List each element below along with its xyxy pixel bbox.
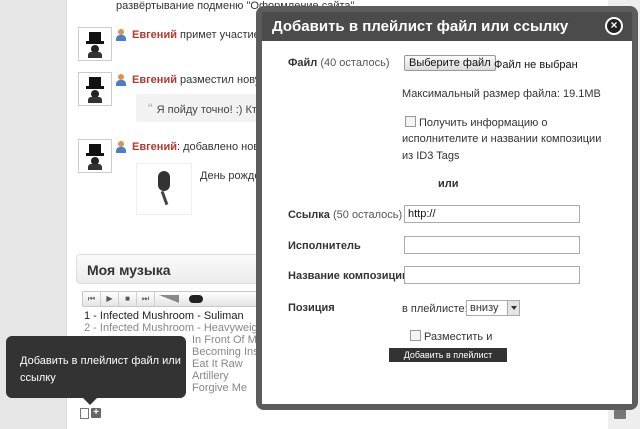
max-size-note: Максимальный размер файла: 19.1MB bbox=[402, 88, 601, 100]
seek-slider[interactable] bbox=[189, 295, 203, 303]
position-select[interactable]: внизу bbox=[466, 300, 520, 316]
link-label-text: Ссылка bbox=[288, 209, 330, 221]
position-label: Позиция bbox=[288, 302, 335, 314]
file-status: Файл не выбран bbox=[494, 59, 578, 71]
audio-player: ⏮ ▶ ■ ⏭ bbox=[82, 291, 262, 307]
add-icon[interactable]: + bbox=[91, 408, 101, 418]
feed-user-link[interactable]: Евгений bbox=[132, 141, 177, 153]
play-icon[interactable]: ▶ bbox=[101, 292, 119, 306]
file-remaining: (40 осталось) bbox=[320, 57, 390, 69]
position-select-value: внизу bbox=[470, 302, 499, 314]
avatar-image bbox=[86, 77, 104, 103]
user-icon bbox=[116, 141, 126, 153]
id3-checkbox[interactable] bbox=[405, 116, 416, 127]
playlist-icon[interactable] bbox=[80, 408, 89, 419]
avatar[interactable] bbox=[78, 27, 112, 61]
place-checkbox[interactable] bbox=[410, 330, 421, 341]
playlist-actions: + bbox=[80, 408, 101, 419]
link-remaining: (50 осталось) bbox=[332, 209, 403, 221]
tooltip-arrow bbox=[82, 397, 98, 405]
music-widget-title: Моя музыка bbox=[87, 262, 171, 278]
music-widget-header: Моя музыка bbox=[76, 254, 260, 284]
id3-label: исполнителите и названии композиции bbox=[402, 133, 602, 145]
artist-input[interactable] bbox=[404, 236, 580, 254]
playlist-item[interactable]: 2 - Infected Mushroom - Heavyweight bbox=[84, 322, 277, 334]
feed-user-link[interactable]: Евгений bbox=[132, 74, 177, 86]
track-title-input[interactable] bbox=[404, 266, 580, 284]
expand-icon[interactable] bbox=[614, 409, 626, 419]
tooltip-line: ссылку bbox=[20, 372, 56, 384]
quote-icon: “ bbox=[148, 100, 153, 116]
user-icon bbox=[116, 74, 126, 86]
id3-label: из ID3 Tags bbox=[402, 150, 460, 162]
add-to-playlist-modal: Добавить в плейлист файл или ссылку × Фа… bbox=[262, 12, 632, 404]
file-label-text: Файл bbox=[288, 57, 318, 69]
tooltip-line: Добавить в плейлист файл или bbox=[20, 355, 181, 367]
track-title-label: Название композиции bbox=[288, 270, 409, 282]
avatar[interactable] bbox=[78, 139, 112, 173]
link-label: Ссылка (50 осталось) bbox=[288, 209, 402, 221]
volume-slider[interactable] bbox=[159, 295, 179, 303]
close-icon[interactable]: × bbox=[605, 17, 623, 35]
avatar-image bbox=[86, 144, 104, 170]
next-icon[interactable]: ⏭ bbox=[137, 292, 155, 306]
microphone-icon bbox=[154, 171, 174, 207]
artist-label: Исполнитель bbox=[288, 240, 361, 252]
avatar[interactable] bbox=[78, 72, 112, 106]
previous-icon[interactable]: ⏮ bbox=[83, 292, 101, 306]
comment-quote: “Я пойду точно! :) Кто со м bbox=[136, 94, 276, 122]
tooltip: Добавить в плейлист файл или ссылку bbox=[6, 336, 186, 398]
link-input[interactable]: http:// bbox=[404, 205, 580, 223]
place-label: Разместить и bbox=[424, 331, 493, 343]
user-icon bbox=[116, 29, 126, 41]
choose-file-button[interactable]: Выберите файл bbox=[404, 55, 496, 71]
or-separator: или bbox=[438, 178, 459, 190]
stop-icon[interactable]: ■ bbox=[119, 292, 137, 306]
playlist-item[interactable]: 1 - Infected Mushroom - Suliman bbox=[84, 310, 277, 322]
avatar-image bbox=[86, 32, 104, 58]
position-prefix: в плейлисте: bbox=[402, 303, 468, 315]
audio-attachment[interactable] bbox=[136, 163, 192, 215]
chevron-down-icon bbox=[507, 301, 519, 315]
feed-user-link[interactable]: Евгений bbox=[132, 29, 177, 41]
add-to-playlist-button[interactable]: Добавить в плейлист bbox=[389, 348, 507, 362]
file-label: Файл (40 осталось) bbox=[288, 57, 390, 69]
id3-label: Получить информацию о bbox=[419, 117, 548, 129]
modal-title: Добавить в плейлист файл или ссылку bbox=[262, 12, 632, 41]
